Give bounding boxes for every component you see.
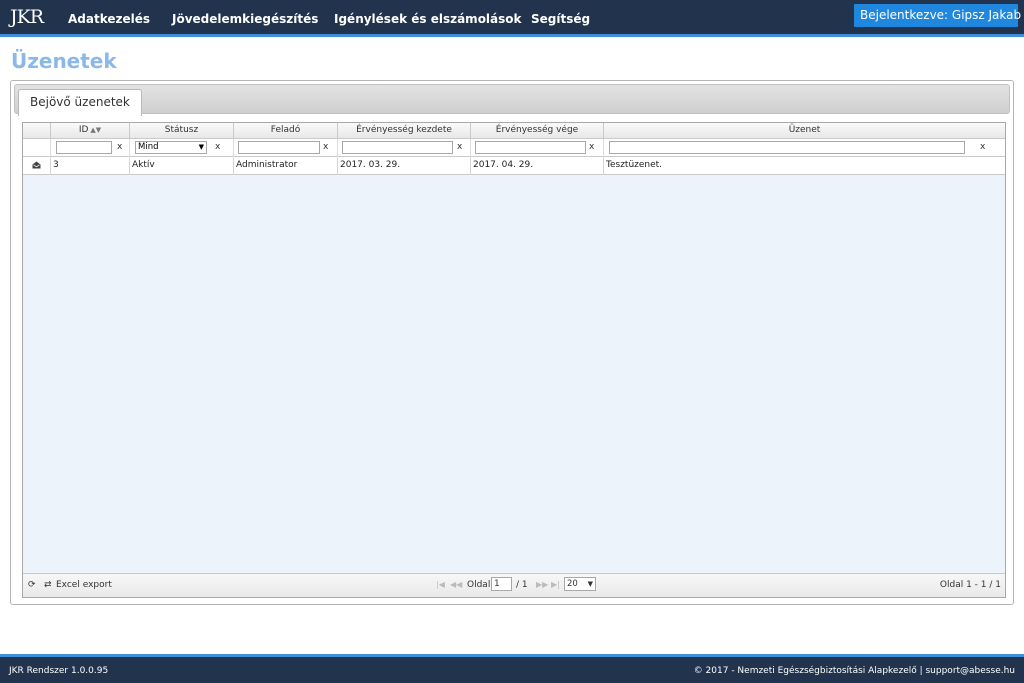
- column-header-status[interactable]: Státusz: [130, 123, 234, 139]
- refresh-icon[interactable]: ⟳: [28, 580, 36, 590]
- filter-cell-message: x: [604, 139, 1005, 157]
- column-header-message[interactable]: Üzenet: [604, 123, 1005, 139]
- row-icon-cell: [23, 157, 51, 175]
- footer-copyright: © 2017 - Nemzeti Egészségbiztosítási Ala…: [693, 666, 1015, 676]
- filter-cell-valid-from: x: [338, 139, 471, 157]
- last-page-icon[interactable]: ▶|: [551, 580, 560, 589]
- grid-header: ID ▲▼ Státusz Feladó Érvényesség kezdete …: [23, 123, 1005, 139]
- row-valid-to: 2017. 04. 29.: [471, 157, 604, 175]
- filter-cell-id: x: [51, 139, 130, 157]
- row-sender: Administrator: [234, 157, 338, 175]
- nav-item-igenylesek[interactable]: Igénylések és elszámolások: [334, 12, 522, 26]
- filter-cell-sender: x: [234, 139, 338, 157]
- grid-pager: ⟳ ⇄ Excel export |◀ ◀◀ Oldal 1 / 1 ▶▶ ▶|…: [23, 573, 1005, 597]
- filter-valid-from-input[interactable]: [342, 141, 453, 154]
- excel-export-button[interactable]: Excel export: [56, 580, 112, 590]
- column-header-id-label: ID: [78, 125, 89, 135]
- table-row[interactable]: 3 Aktív Administrator 2017. 03. 29. 2017…: [23, 157, 1005, 175]
- row-status: Aktív: [130, 157, 234, 175]
- column-header-sender[interactable]: Feladó: [234, 123, 338, 139]
- footer-version: JKR Rendszer 1.0.0.95: [9, 666, 109, 676]
- envelope-icon[interactable]: [32, 161, 41, 169]
- filter-row: x Mind ▼ x x x x x: [23, 139, 1005, 157]
- row-id: 3: [51, 157, 130, 175]
- filter-status-clear-button[interactable]: x: [215, 142, 220, 152]
- tab-panel: Bejövő üzenetek ID ▲▼ Státusz Feladó Érvé…: [10, 80, 1014, 605]
- page-title: Üzenetek: [11, 49, 117, 73]
- filter-status-select[interactable]: Mind ▼: [135, 141, 207, 154]
- export-icon[interactable]: ⇄: [44, 580, 52, 590]
- column-header-valid-to[interactable]: Érvényesség vége: [471, 123, 604, 139]
- filter-cell-status: Mind ▼ x: [130, 139, 234, 157]
- app-logo[interactable]: JKR: [10, 6, 44, 28]
- nav-item-adatkezeles[interactable]: Adatkezelés: [68, 12, 150, 26]
- prev-page-icon[interactable]: ◀◀: [450, 580, 462, 589]
- filter-message-input[interactable]: [609, 141, 965, 154]
- tab-header: Bejövő üzenetek: [14, 84, 1010, 116]
- filter-id-clear-button[interactable]: x: [117, 142, 122, 152]
- page-label: Oldal: [467, 580, 491, 590]
- filter-status-value: Mind: [138, 142, 159, 152]
- page-number-input[interactable]: 1: [491, 577, 512, 591]
- header-cell-icon: [23, 123, 51, 139]
- messages-grid: ID ▲▼ Státusz Feladó Érvényesség kezdete …: [22, 122, 1006, 598]
- filter-cell-valid-to: x: [471, 139, 604, 157]
- first-page-icon[interactable]: |◀: [436, 580, 445, 589]
- pager-summary: Oldal 1 - 1 / 1: [939, 580, 1001, 590]
- page-footer: JKR Rendszer 1.0.0.95 © 2017 - Nemzeti E…: [0, 654, 1024, 683]
- filter-valid-to-clear-button[interactable]: x: [589, 142, 594, 152]
- row-valid-from: 2017. 03. 29.: [338, 157, 471, 175]
- column-header-valid-from[interactable]: Érvényesség kezdete: [338, 123, 471, 139]
- dropdown-arrow-icon: ▼: [198, 143, 204, 151]
- filter-message-clear-button[interactable]: x: [980, 142, 985, 152]
- dropdown-arrow-icon: ▼: [587, 580, 593, 588]
- nav-item-segitseg[interactable]: Segítség: [531, 12, 590, 26]
- page-total: / 1: [516, 580, 528, 590]
- user-menu-label: Bejelentkezve: Gipsz Jakab: [860, 8, 1022, 22]
- rows-per-page-select[interactable]: 20 ▼: [564, 577, 596, 591]
- next-page-icon[interactable]: ▶▶: [536, 580, 548, 589]
- nav-item-jovedelemkiegeszites[interactable]: Jövedelemkiegészítés: [172, 12, 318, 26]
- sort-icon: ▲▼: [90, 126, 102, 134]
- filter-id-input[interactable]: [56, 141, 112, 154]
- top-navbar: JKR Adatkezelés Jövedelemkiegészítés Igé…: [0, 0, 1024, 37]
- filter-sender-clear-button[interactable]: x: [323, 142, 328, 152]
- rows-per-page-value: 20: [567, 579, 578, 589]
- tab-bejovo-uzenetek[interactable]: Bejövő üzenetek: [18, 89, 142, 116]
- user-menu-button[interactable]: Bejelentkezve: Gipsz Jakab ▼: [854, 4, 1022, 27]
- column-header-id[interactable]: ID ▲▼: [51, 123, 130, 139]
- row-message: Tesztüzenet.: [606, 160, 663, 170]
- filter-valid-to-input[interactable]: [475, 141, 586, 154]
- filter-valid-from-clear-button[interactable]: x: [457, 142, 462, 152]
- filter-sender-input[interactable]: [238, 141, 320, 154]
- filter-cell-icon: [23, 139, 51, 157]
